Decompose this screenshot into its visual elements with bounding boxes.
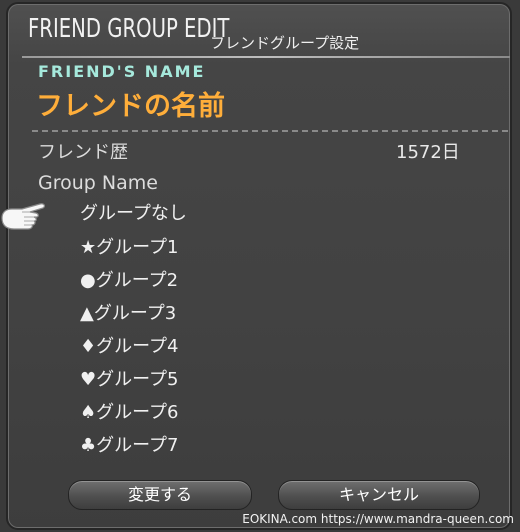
group-option-label: ♦グループ4: [80, 336, 179, 357]
friend-group-edit-dialog: FRIEND GROUP EDIT フレンドグループ設定 FRIEND'S NA…: [6, 2, 512, 530]
group-option-5[interactable]: ♥グループ5: [80, 366, 179, 394]
group-option-6[interactable]: ♠グループ6: [80, 399, 179, 427]
dialog-subtitle: フレンドグループ設定: [210, 34, 360, 52]
group-option-label: グループなし: [80, 203, 187, 224]
group-option-4[interactable]: ♦グループ4: [80, 333, 179, 361]
group-option-label: ♣グループ7: [80, 435, 179, 456]
confirm-button[interactable]: 変更する: [68, 480, 252, 510]
group-option-label: ♥グループ5: [80, 369, 179, 390]
friend-history-label: フレンド歴: [38, 142, 128, 163]
friend-name: フレンドの名前: [36, 91, 225, 122]
section-divider: [32, 130, 508, 132]
group-option-7[interactable]: ♣グループ7: [80, 432, 179, 460]
group-option-label: ▲グループ3: [80, 303, 177, 324]
pointer-hand-icon: [1, 203, 46, 230]
group-option-label: ●グループ2: [80, 270, 179, 291]
group-option-none[interactable]: グループなし: [64, 200, 412, 228]
watermark-text: EOKINA.com https://www.mandra-queen.com: [242, 512, 514, 526]
group-option-3[interactable]: ▲グループ3: [80, 300, 176, 328]
title-divider: [22, 56, 510, 58]
group-option-2[interactable]: ●グループ2: [80, 267, 178, 295]
dialog-title: FRIEND GROUP EDIT: [28, 14, 230, 44]
group-option-label: ♠グループ6: [80, 402, 179, 423]
group-option-label: ★グループ1: [80, 237, 179, 258]
group-name-label: Group Name: [38, 172, 158, 194]
cancel-button[interactable]: キャンセル: [278, 480, 480, 510]
friend-history-value: 1572日: [396, 142, 460, 163]
group-option-1[interactable]: ★グループ1: [80, 234, 179, 262]
friends-name-label: FRIEND'S NAME: [38, 62, 206, 81]
